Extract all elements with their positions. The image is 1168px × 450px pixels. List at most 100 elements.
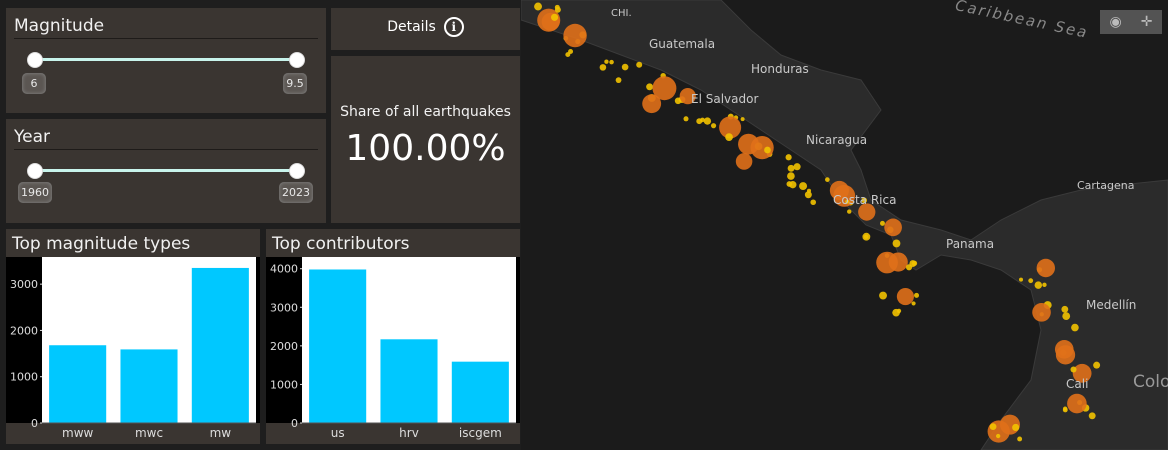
earthquake-dot[interactable] (1071, 323, 1079, 332)
bar-mwc[interactable] (120, 349, 178, 423)
earthquake-dot[interactable] (1061, 305, 1069, 313)
earthquake-dot[interactable] (888, 252, 908, 272)
earthquake-dot[interactable] (884, 218, 902, 237)
x-tick-label: hrv (399, 426, 419, 440)
earthquake-dot[interactable] (740, 117, 745, 122)
earthquake-dot[interactable] (1062, 312, 1071, 321)
earthquake-dot[interactable] (1093, 361, 1101, 369)
earthquake-dot[interactable] (1032, 303, 1051, 322)
earthquake-dot[interactable] (568, 49, 574, 54)
earthquake-dot[interactable] (787, 164, 795, 172)
earthquake-dot[interactable] (599, 64, 607, 71)
earthquake-dot[interactable] (1067, 393, 1087, 414)
earthquake-dot[interactable] (1028, 278, 1034, 284)
earthquake-dot[interactable] (905, 264, 913, 271)
top-contributors-chart: 0 1000 2000 3000 4000 us hrv iscgem (266, 257, 520, 440)
y-tick-label: 0 (291, 417, 298, 430)
earthquake-dot[interactable] (554, 6, 561, 13)
details-button[interactable]: Details i (331, 8, 520, 50)
earthquake-dot[interactable] (735, 153, 753, 170)
earthquake-dot[interactable] (1042, 282, 1047, 288)
earthquake-dot[interactable] (700, 117, 705, 123)
bar-hrv[interactable] (380, 339, 438, 423)
y-tick-label: 3000 (10, 278, 38, 291)
magnitude-title: Magnitude (14, 16, 318, 39)
details-label: Details (387, 19, 436, 35)
map-label-medellin: Medellín (1086, 298, 1137, 312)
earthquake-dot[interactable] (609, 59, 614, 65)
map-label-nicaragua: Nicaragua (806, 133, 868, 147)
map-label-guatemala: Guatemala (649, 37, 716, 51)
earthquake-dot[interactable] (787, 172, 795, 180)
earthquake-dot[interactable] (1055, 345, 1076, 365)
earthquake-dot[interactable] (1018, 277, 1024, 282)
x-tick-label: mww (62, 426, 94, 440)
earthquake-dot[interactable] (892, 239, 901, 248)
earthquake-dot[interactable] (789, 181, 797, 189)
earthquake-dot[interactable] (764, 146, 771, 154)
earthquake-dot[interactable] (896, 308, 902, 314)
earthquake-dot[interactable] (1088, 412, 1096, 420)
earthquake-dot[interactable] (879, 291, 887, 300)
earthquake-dot[interactable] (799, 182, 808, 191)
earthquake-dot[interactable] (683, 116, 689, 122)
earthquake-dot[interactable] (636, 61, 643, 68)
earthquake-dot[interactable] (911, 301, 916, 306)
bar-mw[interactable] (191, 267, 249, 423)
earthquake-dot[interactable] (725, 133, 733, 142)
earthquake-dot[interactable] (1070, 366, 1077, 373)
year-max-handle[interactable] (289, 163, 305, 179)
earthquake-dot[interactable] (551, 13, 559, 21)
earthquake-dot[interactable] (621, 63, 629, 71)
magnitude-max-handle[interactable] (289, 52, 305, 68)
earthquake-dot[interactable] (995, 433, 1001, 439)
earthquake-dot[interactable] (703, 117, 712, 125)
camera-icon[interactable]: ◉ (1110, 14, 1122, 30)
share-panel: Share of all earthquakes 100.00% (331, 56, 520, 223)
magnitude-min-handle[interactable] (27, 52, 43, 68)
earthquake-dot[interactable] (914, 292, 920, 298)
year-slider-track[interactable] (35, 169, 297, 172)
earthquake-dot[interactable] (750, 136, 774, 160)
earthquake-dot[interactable] (1012, 423, 1020, 432)
earthquake-dot[interactable] (804, 191, 812, 199)
earthquake-dot[interactable] (710, 123, 717, 129)
earthquake-dot[interactable] (880, 220, 885, 226)
earthquake-dot[interactable] (825, 177, 830, 182)
earthquake-dot[interactable] (1017, 436, 1023, 442)
magnitude-slider-track[interactable] (35, 58, 297, 61)
earthquake-dot[interactable] (810, 199, 817, 206)
earthquake-map[interactable]: CHI. Guatemala Honduras El Salvador Nica… (521, 0, 1168, 450)
map-label-el-salvador: El Salvador (691, 92, 759, 106)
y-tick-label: 0 (31, 417, 38, 430)
earthquake-dot[interactable] (989, 423, 997, 430)
earthquake-dot[interactable] (1062, 406, 1068, 411)
y-tick-label: 3000 (270, 301, 298, 314)
year-min-handle[interactable] (27, 163, 43, 179)
bar-mww[interactable] (49, 345, 107, 423)
info-icon[interactable]: i (443, 17, 464, 37)
earthquake-dot[interactable] (1034, 281, 1043, 289)
earthquake-dot[interactable] (785, 154, 792, 161)
map-label-chi: CHI. (611, 8, 632, 19)
earthquake-dot[interactable] (534, 2, 542, 11)
y-tick-label: 2000 (10, 324, 38, 337)
earthquake-dot[interactable] (563, 23, 587, 48)
earthquake-dot[interactable] (862, 232, 871, 241)
earthquake-dot[interactable] (793, 163, 801, 171)
year-title: Year (14, 127, 318, 150)
bar-us[interactable] (309, 269, 367, 423)
bar-iscgem[interactable] (451, 361, 509, 423)
earthquake-dot[interactable] (911, 260, 918, 266)
pan-icon[interactable]: ✛ (1141, 14, 1153, 30)
earthquake-dot[interactable] (604, 59, 609, 64)
earthquake-dot[interactable] (987, 420, 1010, 443)
earthquake-dot[interactable] (646, 83, 654, 91)
earthquake-dot[interactable] (615, 77, 622, 84)
map-label-honduras: Honduras (751, 62, 809, 76)
earthquake-dot[interactable] (847, 209, 852, 214)
earthquake-dot[interactable] (1036, 258, 1056, 278)
share-label: Share of all earthquakes (340, 104, 511, 120)
earthquake-dot[interactable] (896, 287, 914, 306)
earthquake-dot[interactable] (652, 76, 677, 101)
